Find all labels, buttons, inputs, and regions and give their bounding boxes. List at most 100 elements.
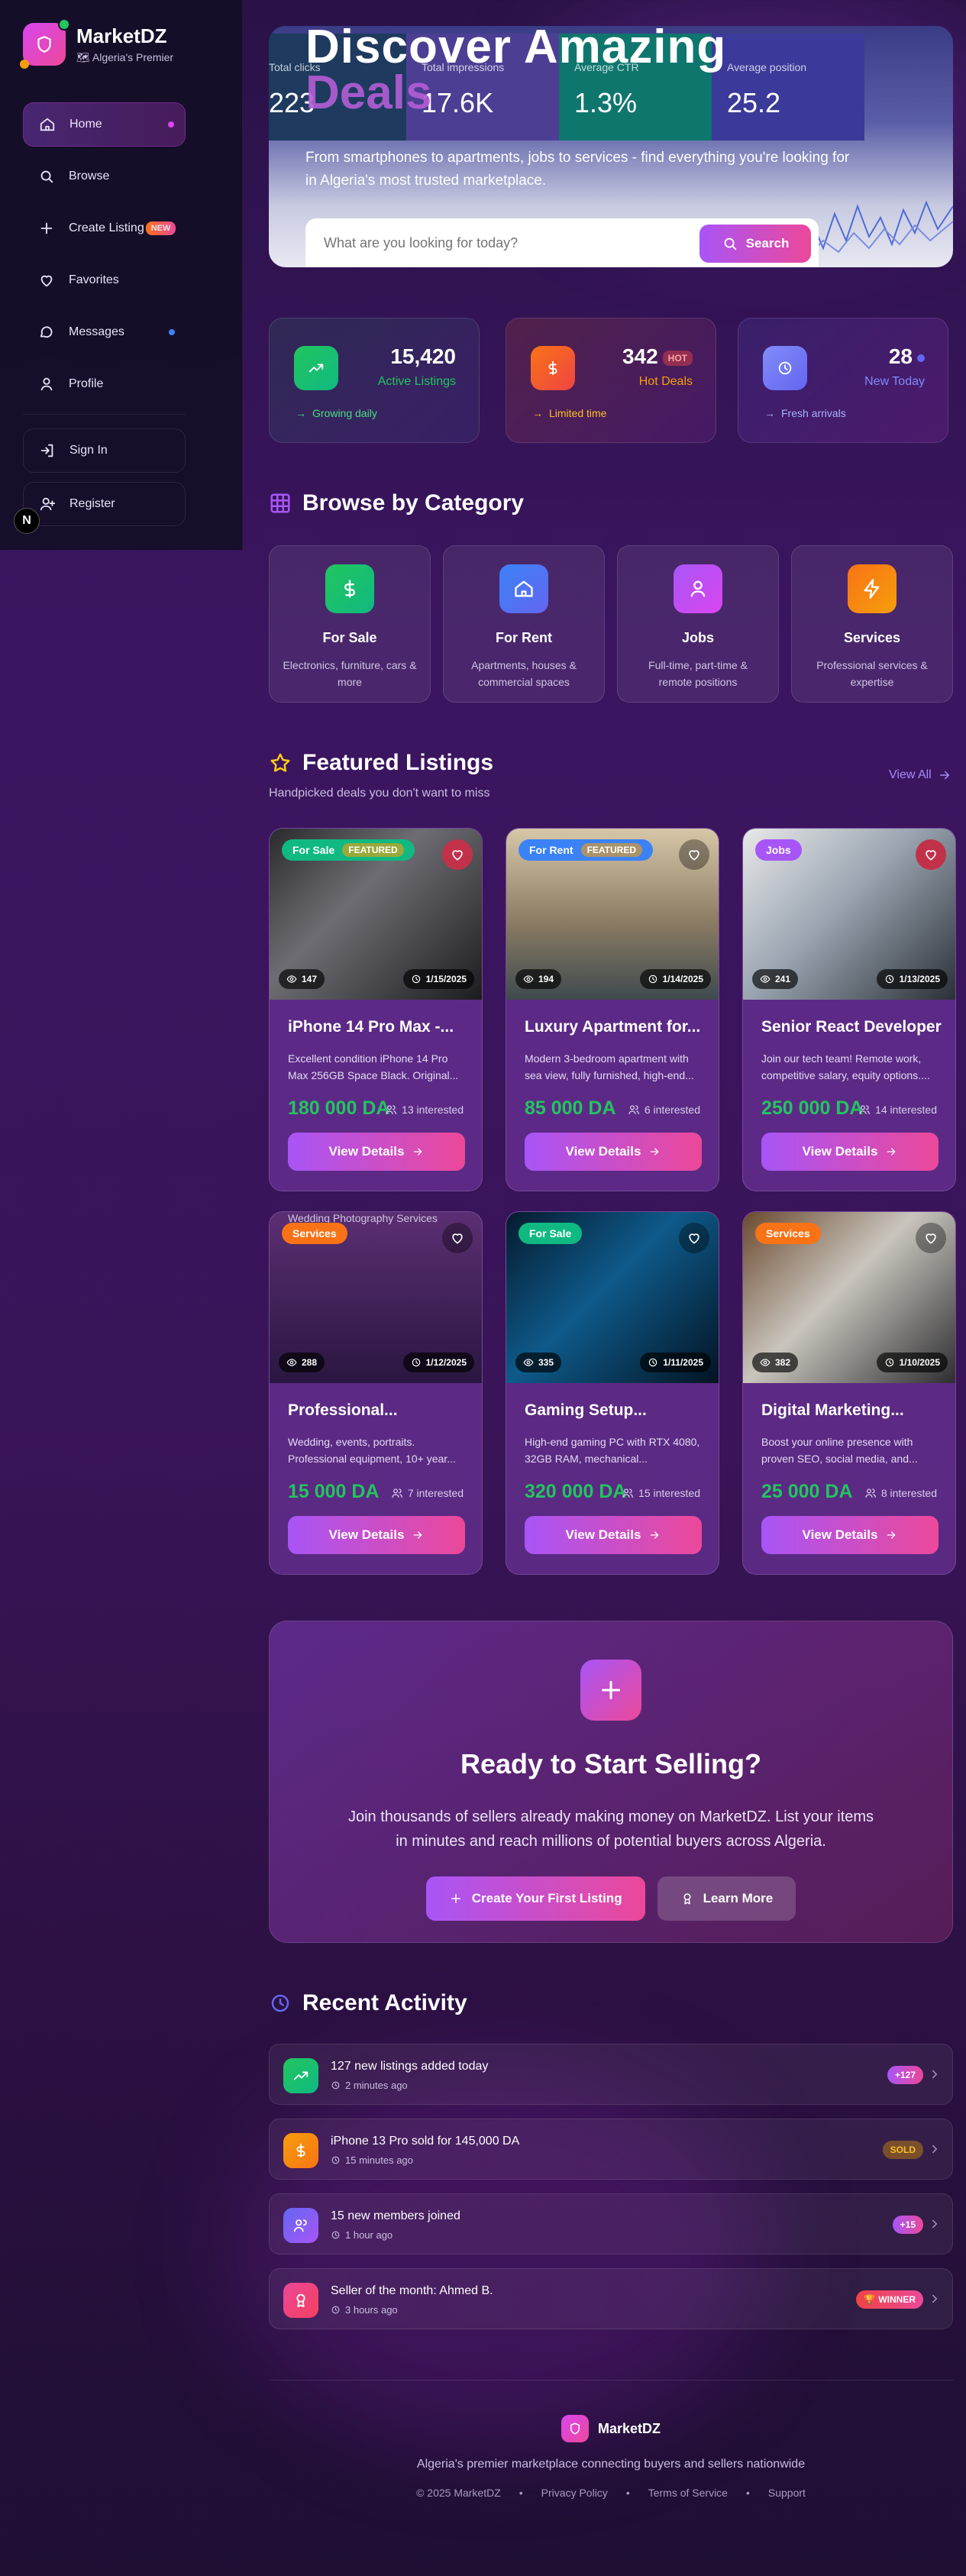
- heart-icon: [452, 1233, 463, 1244]
- activity-item[interactable]: iPhone 13 Pro sold for 145,000 DA 15 min…: [269, 2119, 953, 2180]
- listing-card[interactable]: Wedding Photography Services Services 28…: [269, 1211, 483, 1575]
- listing-image[interactable]: Services 382 1/10/2025: [743, 1212, 955, 1383]
- listing-card[interactable]: For Sale 335 1/11/2025 Gaming Setup... H…: [506, 1211, 719, 1575]
- listing-image[interactable]: Wedding Photography Services Services 28…: [270, 1212, 482, 1383]
- listing-price: 85 000 DA: [525, 1097, 616, 1119]
- listing-title[interactable]: Professional...: [288, 1401, 468, 1420]
- view-details-button[interactable]: View Details: [761, 1133, 939, 1171]
- button-label: View Details: [565, 1144, 641, 1159]
- tile-value: 17.6K: [422, 87, 494, 118]
- activity-item[interactable]: Seller of the month: Ahmed B. 3 hours ag…: [269, 2268, 953, 2329]
- listing-card[interactable]: Services 382 1/10/2025 Digital Marketing…: [742, 1211, 956, 1575]
- listing-image[interactable]: For Sale FEATURED 147 1/15/2025: [270, 829, 482, 1000]
- home-icon: [40, 118, 55, 131]
- tile-label: Average position: [727, 61, 807, 73]
- category-card-for-sale[interactable]: For Sale Electronics, furniture, cars & …: [269, 545, 431, 703]
- plus-icon: [40, 222, 53, 234]
- tag-label: Services: [292, 1227, 337, 1240]
- listing-description: Modern 3-bedroom apartment with sea view…: [525, 1052, 694, 1081]
- activity-badge: SOLD: [882, 2141, 923, 2159]
- activity-time: 1 hour ago: [331, 2229, 393, 2241]
- cta-buttons: Create Your First Listing Learn More: [270, 1876, 952, 1921]
- activity-time: 3 hours ago: [331, 2304, 398, 2316]
- search-button[interactable]: Search: [699, 225, 811, 263]
- sidebar-item-label: Browse: [69, 170, 110, 183]
- category-name: For Rent: [496, 630, 552, 645]
- sidebar: MarketDZ 🗺 Algeria's Premier Home Browse…: [0, 0, 243, 550]
- brand-name: MarketDZ: [76, 24, 167, 47]
- favorite-button[interactable]: [442, 1223, 473, 1253]
- sign-in-button[interactable]: Sign In: [23, 428, 186, 473]
- arrow-right-icon: [887, 1531, 896, 1539]
- view-details-button[interactable]: View Details: [525, 1516, 702, 1554]
- sidebar-item-browse[interactable]: Browse: [23, 154, 186, 199]
- favorite-button[interactable]: [916, 839, 946, 870]
- favorite-button[interactable]: [442, 839, 473, 870]
- stat-value: 342 HOT: [622, 344, 693, 369]
- activity-item[interactable]: 127 new listings added today 2 minutes a…: [269, 2044, 953, 2105]
- favorite-button[interactable]: [916, 1223, 946, 1253]
- activity-item[interactable]: 15 new members joined 1 hour ago +15: [269, 2193, 953, 2254]
- listing-card[interactable]: Jobs 241 1/13/2025 Senior React Develope…: [742, 828, 956, 1191]
- sidebar-item-profile[interactable]: Profile: [23, 362, 186, 406]
- listing-image[interactable]: Jobs 241 1/13/2025: [743, 829, 955, 1000]
- view-count-value: 147: [302, 974, 318, 984]
- sidebar-item-home[interactable]: Home: [23, 102, 186, 147]
- footer-brand[interactable]: MarketDZ: [269, 2415, 953, 2442]
- listing-title[interactable]: iPhone 14 Pro Max -...: [288, 1018, 468, 1036]
- listing-image[interactable]: For Sale 335 1/11/2025: [506, 1212, 719, 1383]
- create-first-listing-button[interactable]: Create Your First Listing: [425, 1876, 645, 1921]
- eye-icon: [760, 1359, 771, 1366]
- learn-more-button[interactable]: Learn More: [657, 1876, 796, 1921]
- listing-title[interactable]: Luxury Apartment for...: [525, 1018, 705, 1036]
- grid-icon: [270, 493, 290, 513]
- users-icon: [628, 1105, 639, 1114]
- arrow-right-icon: [651, 1531, 659, 1539]
- view-details-button[interactable]: View Details: [761, 1516, 939, 1554]
- trending-up-icon: [294, 346, 338, 390]
- view-details-button[interactable]: View Details: [288, 1133, 465, 1171]
- brand[interactable]: MarketDZ 🗺 Algeria's Premier: [20, 18, 173, 69]
- sidebar-item-label: Favorites: [69, 273, 119, 286]
- stat-label: New Today: [864, 375, 925, 388]
- category-tag: Jobs: [755, 839, 802, 861]
- view-all-link[interactable]: View All: [889, 768, 951, 782]
- listing-title[interactable]: Gaming Setup...: [525, 1401, 705, 1420]
- category-desc: Professional services & expertise: [816, 659, 928, 688]
- category-name: For Sale: [322, 630, 377, 645]
- category-card-jobs[interactable]: Jobs Full-time, part-time & remote posit…: [617, 545, 779, 703]
- support-link[interactable]: Support: [768, 2487, 806, 2499]
- listing-title[interactable]: Digital Marketing...: [761, 1401, 942, 1420]
- register-button[interactable]: Register: [23, 482, 186, 526]
- category-card-services[interactable]: Services Professional services & experti…: [791, 545, 953, 703]
- listing-price: 180 000 DA: [288, 1097, 390, 1119]
- view-details-button[interactable]: View Details: [525, 1133, 702, 1171]
- search-input[interactable]: [324, 232, 645, 254]
- listing-date: 1/15/2025: [402, 969, 474, 989]
- plus-icon: [580, 1660, 641, 1721]
- sidebar-item-messages[interactable]: Messages: [23, 310, 186, 354]
- activity-text: iPhone 13 Pro sold for 145,000 DA: [331, 2135, 520, 2148]
- listing-image[interactable]: For Rent FEATURED 194 1/14/2025: [506, 829, 719, 1000]
- privacy-policy-link[interactable]: Privacy Policy: [541, 2487, 608, 2499]
- listing-price: 25 000 DA: [761, 1481, 853, 1502]
- listing-card[interactable]: For Sale FEATURED 147 1/15/2025 iPhone 1…: [269, 828, 483, 1191]
- listing-date: 1/11/2025: [640, 1353, 711, 1372]
- sidebar-item-label: Home: [69, 118, 102, 131]
- sidebar-item-favorites[interactable]: Favorites: [23, 258, 186, 302]
- listing-description: High-end gaming PC with RTX 4080, 32GB R…: [525, 1436, 700, 1465]
- dev-badge[interactable]: N: [14, 508, 40, 534]
- interested-count: 6 interested: [628, 1104, 700, 1116]
- terms-link[interactable]: Terms of Service: [648, 2487, 728, 2499]
- favorite-button[interactable]: [679, 839, 709, 870]
- favorite-button[interactable]: [679, 1223, 709, 1253]
- listing-title[interactable]: Senior React Developer: [761, 1018, 942, 1036]
- sidebar-item-label: Create Listing: [69, 221, 144, 234]
- category-card-for-rent[interactable]: For Rent Apartments, houses & commercial…: [443, 545, 605, 703]
- listing-card[interactable]: For Rent FEATURED 194 1/14/2025 Luxury A…: [506, 828, 719, 1191]
- clock-icon: [885, 1358, 893, 1367]
- view-details-button[interactable]: View Details: [288, 1516, 465, 1554]
- sidebar-item-create-listing[interactable]: Create Listing NEW: [23, 206, 186, 250]
- activity-heading: Recent Activity: [269, 1990, 467, 2016]
- star-icon: [270, 753, 290, 772]
